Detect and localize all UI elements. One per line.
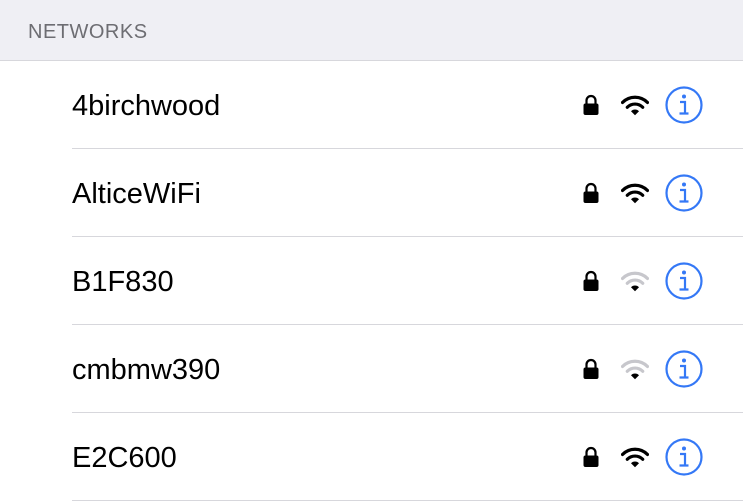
wifi-arc-middle — [625, 190, 645, 197]
wifi-arc-outer — [621, 183, 649, 193]
wifi-arc-middle — [625, 366, 645, 373]
network-name: 4birchwood — [72, 90, 221, 122]
wifi-icon — [621, 182, 649, 204]
info-icon — [665, 350, 703, 388]
wifi-arc-middle — [625, 454, 645, 461]
section-title: NETWORKS — [28, 21, 148, 43]
info-button[interactable] — [664, 437, 704, 477]
network-row[interactable]: 4birchwood — [0, 61, 743, 149]
info-icon — [665, 174, 703, 212]
lock-icon — [582, 270, 600, 292]
wifi-dot — [631, 109, 639, 116]
wifi-icon — [621, 94, 649, 116]
wifi-dot — [631, 197, 639, 204]
lock-icon — [582, 94, 600, 116]
network-name: B1F830 — [72, 266, 174, 298]
wifi-dot — [631, 373, 639, 380]
network-name: E2C600 — [72, 442, 177, 474]
wifi-icon — [621, 270, 649, 292]
info-button[interactable] — [664, 349, 704, 389]
wifi-dot — [631, 461, 639, 468]
network-name: cmbmw390 — [72, 354, 221, 386]
wifi-arc-outer — [621, 359, 649, 369]
wifi-arc-middle — [625, 102, 645, 109]
network-name: AlticeWiFi — [72, 178, 201, 210]
wifi-icon — [621, 446, 649, 468]
lock-icon — [582, 358, 600, 380]
lock-icon — [582, 182, 600, 204]
network-row[interactable]: cmbmw390 — [0, 325, 743, 413]
info-icon — [665, 438, 703, 476]
network-row[interactable]: B1F830 — [0, 237, 743, 325]
wifi-arc-outer — [621, 271, 649, 281]
info-button[interactable] — [664, 85, 704, 125]
info-button[interactable] — [664, 173, 704, 213]
network-list: 4birchwood AlticeWiFi B1F830 cmbmw390 E2… — [0, 61, 743, 501]
info-icon — [665, 262, 703, 300]
wifi-icon — [621, 358, 649, 380]
network-row[interactable]: E2C600 — [0, 413, 743, 501]
wifi-arc-outer — [621, 95, 649, 105]
info-icon — [665, 86, 703, 124]
info-button[interactable] — [664, 261, 704, 301]
network-row[interactable]: AlticeWiFi — [0, 149, 743, 237]
wifi-dot — [631, 285, 639, 292]
wifi-arc-middle — [625, 278, 645, 285]
lock-icon — [582, 446, 600, 468]
wifi-arc-outer — [621, 447, 649, 457]
section-header: NETWORKS — [0, 0, 743, 61]
